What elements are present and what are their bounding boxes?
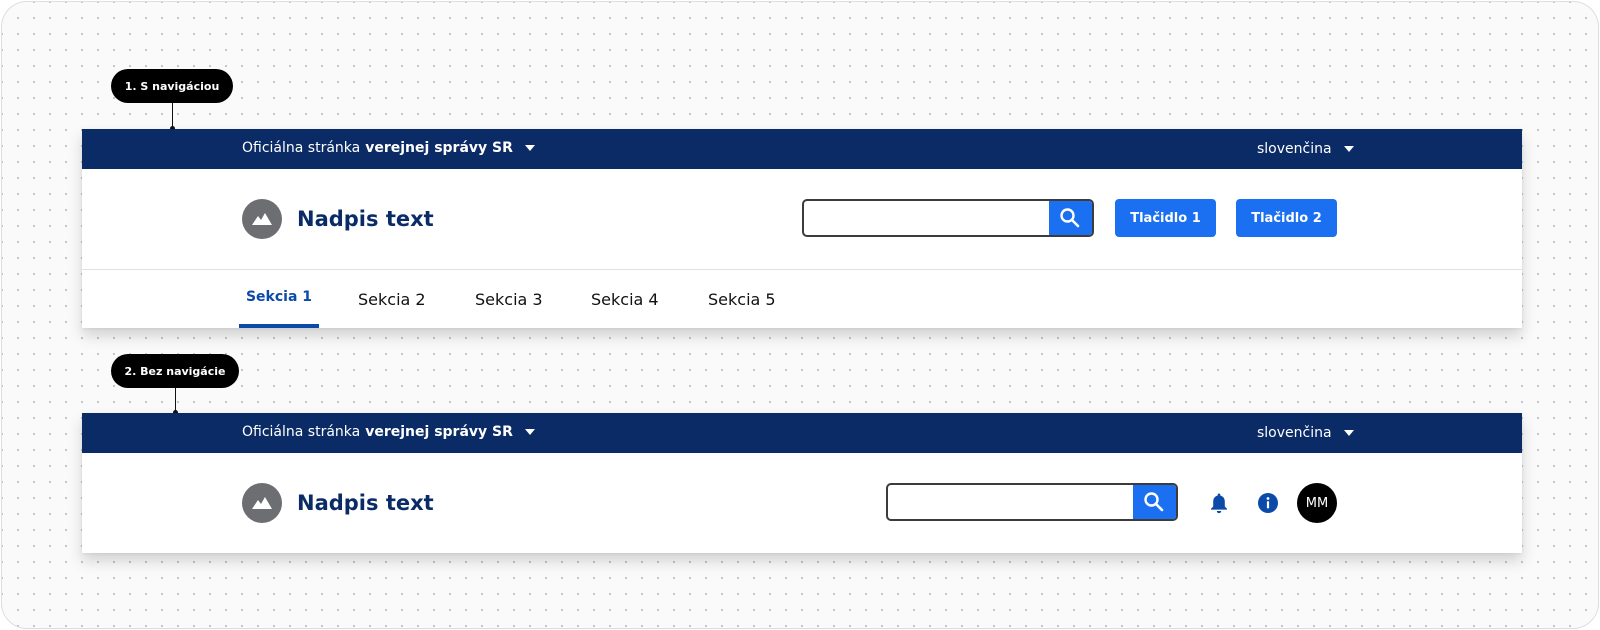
nav-item-sekcia-3[interactable]: Sekcia 3 <box>475 270 543 328</box>
mountain-image-icon[interactable] <box>242 483 282 523</box>
site-title[interactable]: Nadpis text <box>297 486 434 520</box>
example-1-connector <box>170 103 175 131</box>
nav-item-sekcia-1[interactable]: Sekcia 1 <box>239 270 319 328</box>
search-icon <box>1144 492 1164 512</box>
language-label: slovenčina <box>1257 141 1332 157</box>
header-main: Nadpis text Tlačidlo 1 Tlačidlo 2 <box>82 169 1522 269</box>
chevron-down-icon <box>524 429 535 435</box>
search-icon <box>1060 208 1080 228</box>
info-button[interactable] <box>1248 483 1288 523</box>
nav-item-sekcia-4[interactable]: Sekcia 4 <box>591 270 659 328</box>
chevron-down-icon <box>1343 146 1354 152</box>
gov-prefix: Oficiálna stránka <box>242 140 361 156</box>
canvas: 1. S navigáciou Oficiálna stránka verejn… <box>1 1 1599 629</box>
example-2-connector <box>173 388 178 415</box>
search-button[interactable] <box>1049 201 1092 235</box>
search-button[interactable] <box>1133 485 1176 519</box>
bell-icon <box>1211 493 1227 514</box>
chevron-down-icon <box>524 145 535 151</box>
notifications-button[interactable] <box>1199 483 1239 523</box>
button-2[interactable]: Tlačidlo 2 <box>1236 199 1337 237</box>
header-main: Nadpis text MM <box>82 453 1522 553</box>
gov-bold: verejnej správy SR <box>365 140 513 156</box>
search-box <box>802 199 1094 237</box>
example-2-tag: 2. Bez navigácie <box>111 354 239 388</box>
navigation: Sekcia 1 Sekcia 2 Sekcia 3 Sekcia 4 Sekc… <box>82 269 1522 328</box>
header-with-navigation: Oficiálna stránka verejnej správy SR slo… <box>82 129 1522 328</box>
gov-bar: Oficiálna stránka verejnej správy SR slo… <box>82 129 1522 169</box>
gov-bar: Oficiálna stránka verejnej správy SR slo… <box>82 413 1522 453</box>
info-icon <box>1258 493 1278 513</box>
language-selector[interactable]: slovenčina <box>1257 129 1354 169</box>
example-1-tag: 1. S navigáciou <box>111 69 233 103</box>
nav-item-sekcia-5[interactable]: Sekcia 5 <box>708 270 776 328</box>
language-label: slovenčina <box>1257 425 1332 441</box>
search-box <box>886 483 1178 521</box>
search-input[interactable] <box>888 485 1136 519</box>
gov-bold: verejnej správy SR <box>365 424 513 440</box>
search-input[interactable] <box>804 201 1052 235</box>
user-avatar[interactable]: MM <box>1297 483 1337 523</box>
mountain-image-icon[interactable] <box>242 199 282 239</box>
chevron-down-icon <box>1343 430 1354 436</box>
gov-dropdown[interactable]: Oficiálna stránka verejnej správy SR <box>242 413 535 451</box>
language-selector[interactable]: slovenčina <box>1257 413 1354 453</box>
button-1[interactable]: Tlačidlo 1 <box>1115 199 1216 237</box>
gov-dropdown[interactable]: Oficiálna stránka verejnej správy SR <box>242 129 535 167</box>
nav-item-sekcia-2[interactable]: Sekcia 2 <box>358 270 426 328</box>
gov-prefix: Oficiálna stránka <box>242 424 361 440</box>
header-without-navigation: Oficiálna stránka verejnej správy SR slo… <box>82 413 1522 553</box>
site-title[interactable]: Nadpis text <box>297 202 434 236</box>
